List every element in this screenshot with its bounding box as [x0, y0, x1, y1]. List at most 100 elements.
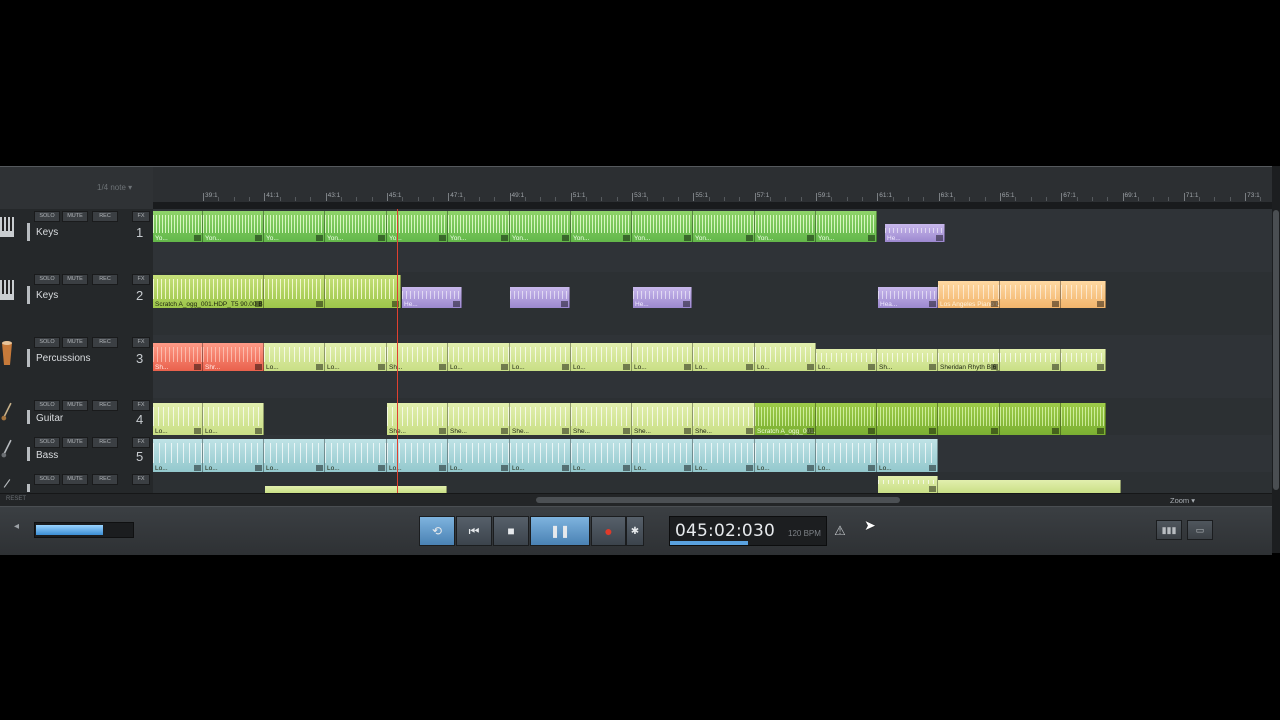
audio-clip[interactable] — [1000, 281, 1061, 308]
track-select-bar[interactable] — [27, 484, 30, 492]
clip-menu-icon[interactable] — [316, 364, 323, 370]
rec-button[interactable]: REC — [92, 274, 118, 285]
rec-button[interactable]: REC — [92, 337, 118, 348]
solo-button[interactable]: SOLO — [34, 474, 60, 485]
clip-menu-icon[interactable] — [623, 364, 630, 370]
clip-menu-icon[interactable] — [746, 465, 753, 471]
mute-button[interactable]: MUTE — [62, 274, 88, 285]
clip-menu-icon[interactable] — [807, 364, 814, 370]
clip-menu-icon[interactable] — [439, 364, 446, 370]
fx-button[interactable]: FX — [132, 437, 150, 448]
clip-menu-icon[interactable] — [194, 465, 201, 471]
audio-clip[interactable] — [510, 287, 570, 308]
clip-menu-icon[interactable] — [453, 301, 460, 307]
audio-clip[interactable]: Sh... — [877, 349, 938, 371]
clip-menu-icon[interactable] — [929, 301, 936, 307]
audio-clip[interactable]: Lo... — [264, 343, 325, 371]
solo-button[interactable]: SOLO — [34, 437, 60, 448]
audio-clip[interactable]: Lo... — [153, 439, 203, 472]
audio-clip[interactable]: Lo... — [325, 343, 387, 371]
keyboard-view-button[interactable]: ▭ — [1187, 520, 1213, 540]
clip-menu-icon[interactable] — [807, 428, 814, 434]
audio-clip[interactable] — [816, 403, 877, 435]
audio-clip[interactable]: Yon... — [816, 211, 877, 242]
clip-menu-icon[interactable] — [501, 235, 508, 241]
audio-clip[interactable]: Lo... — [816, 349, 877, 371]
audio-clip[interactable]: Sh... — [153, 343, 203, 371]
clip-menu-icon[interactable] — [1097, 301, 1104, 307]
clip-menu-icon[interactable] — [623, 465, 630, 471]
clip-menu-icon[interactable] — [378, 364, 385, 370]
tempo-display[interactable]: 120 BPM — [788, 529, 821, 538]
fx-button[interactable]: FX — [132, 274, 150, 285]
clip-menu-icon[interactable] — [868, 364, 875, 370]
audio-clip[interactable]: Shr... — [203, 343, 264, 371]
audio-clip[interactable]: Yon... — [693, 211, 755, 242]
clip-menu-icon[interactable] — [378, 465, 385, 471]
track-select-bar[interactable] — [27, 349, 30, 367]
audio-clip[interactable]: Lo... — [632, 439, 693, 472]
audio-clip[interactable]: Lo... — [510, 439, 571, 472]
audio-clip[interactable]: Lo... — [510, 343, 571, 371]
track-header-5[interactable]: SOLO MUTE REC FX Bass 5 — [0, 435, 153, 473]
clip-menu-icon[interactable] — [1052, 301, 1059, 307]
solo-button[interactable]: SOLO — [34, 400, 60, 411]
track-select-bar[interactable] — [27, 286, 30, 304]
audio-clip[interactable]: He... — [885, 224, 945, 242]
solo-button[interactable]: SOLO — [34, 211, 60, 222]
audio-clip[interactable]: She... — [510, 403, 571, 435]
audio-clip[interactable]: Lo... — [877, 439, 938, 472]
clip-menu-icon[interactable] — [562, 235, 569, 241]
mute-button[interactable]: MUTE — [62, 437, 88, 448]
audio-clip[interactable] — [1000, 349, 1061, 371]
clip-menu-icon[interactable] — [929, 465, 936, 471]
audio-clip[interactable] — [1061, 403, 1106, 435]
audio-clip[interactable]: She... — [448, 403, 510, 435]
audio-clip[interactable]: Yon... — [203, 211, 264, 242]
clip-menu-icon[interactable] — [929, 486, 936, 492]
rec-button[interactable]: REC — [92, 211, 118, 222]
audio-clip[interactable]: Lo... — [693, 343, 755, 371]
horizontal-scrollbar[interactable]: RESET Zoom ▾ — [0, 493, 1272, 507]
track-header-1[interactable]: SOLO MUTE REC FX Keys 1 — [0, 209, 153, 273]
track-name[interactable]: Keys — [36, 227, 58, 238]
rec-button[interactable]: REC — [92, 474, 118, 485]
mute-button[interactable]: MUTE — [62, 474, 88, 485]
clip-menu-icon[interactable] — [868, 428, 875, 434]
audio-clip[interactable] — [265, 486, 447, 493]
clip-menu-icon[interactable] — [746, 364, 753, 370]
audio-clip[interactable]: Lo... — [203, 439, 264, 472]
clip-menu-icon[interactable] — [868, 235, 875, 241]
clip-menu-icon[interactable] — [683, 301, 690, 307]
audio-clip[interactable]: Lo... — [693, 439, 755, 472]
audio-clip[interactable]: Yon... — [510, 211, 571, 242]
clip-menu-icon[interactable] — [316, 301, 323, 307]
audio-clip[interactable]: She... — [693, 403, 755, 435]
clip-menu-icon[interactable] — [501, 364, 508, 370]
audio-clip[interactable]: Lo... — [264, 439, 325, 472]
rec-button[interactable]: REC — [92, 400, 118, 411]
fx-button[interactable]: FX — [132, 474, 150, 485]
mute-button[interactable]: MUTE — [62, 400, 88, 411]
audio-clip[interactable] — [264, 275, 325, 308]
audio-clip[interactable] — [1061, 349, 1106, 371]
audio-clip[interactable]: Lo... — [571, 343, 632, 371]
clip-menu-icon[interactable] — [868, 465, 875, 471]
audio-clip[interactable]: Sheridan Rhyth B 6_ogg_002 HD... — [938, 349, 1000, 371]
mute-button[interactable]: MUTE — [62, 337, 88, 348]
vertical-scrollbar[interactable] — [1272, 166, 1280, 553]
clip-menu-icon[interactable] — [746, 235, 753, 241]
track-name[interactable]: Keys — [36, 290, 58, 301]
clip-menu-icon[interactable] — [1097, 428, 1104, 434]
audio-clip[interactable]: He... — [402, 287, 462, 308]
reset-button[interactable]: RESET — [6, 496, 26, 502]
clip-menu-icon[interactable] — [562, 428, 569, 434]
clip-menu-icon[interactable] — [255, 301, 262, 307]
audio-clip[interactable]: Lo... — [755, 343, 816, 371]
audio-clip[interactable] — [877, 403, 938, 435]
clip-menu-icon[interactable] — [991, 301, 998, 307]
loop-range-band[interactable] — [153, 202, 1272, 209]
audio-clip[interactable] — [938, 480, 1121, 493]
record-settings-button[interactable]: ✱ — [626, 516, 644, 546]
mixer-button[interactable]: ▮▮▮ — [1156, 520, 1182, 540]
